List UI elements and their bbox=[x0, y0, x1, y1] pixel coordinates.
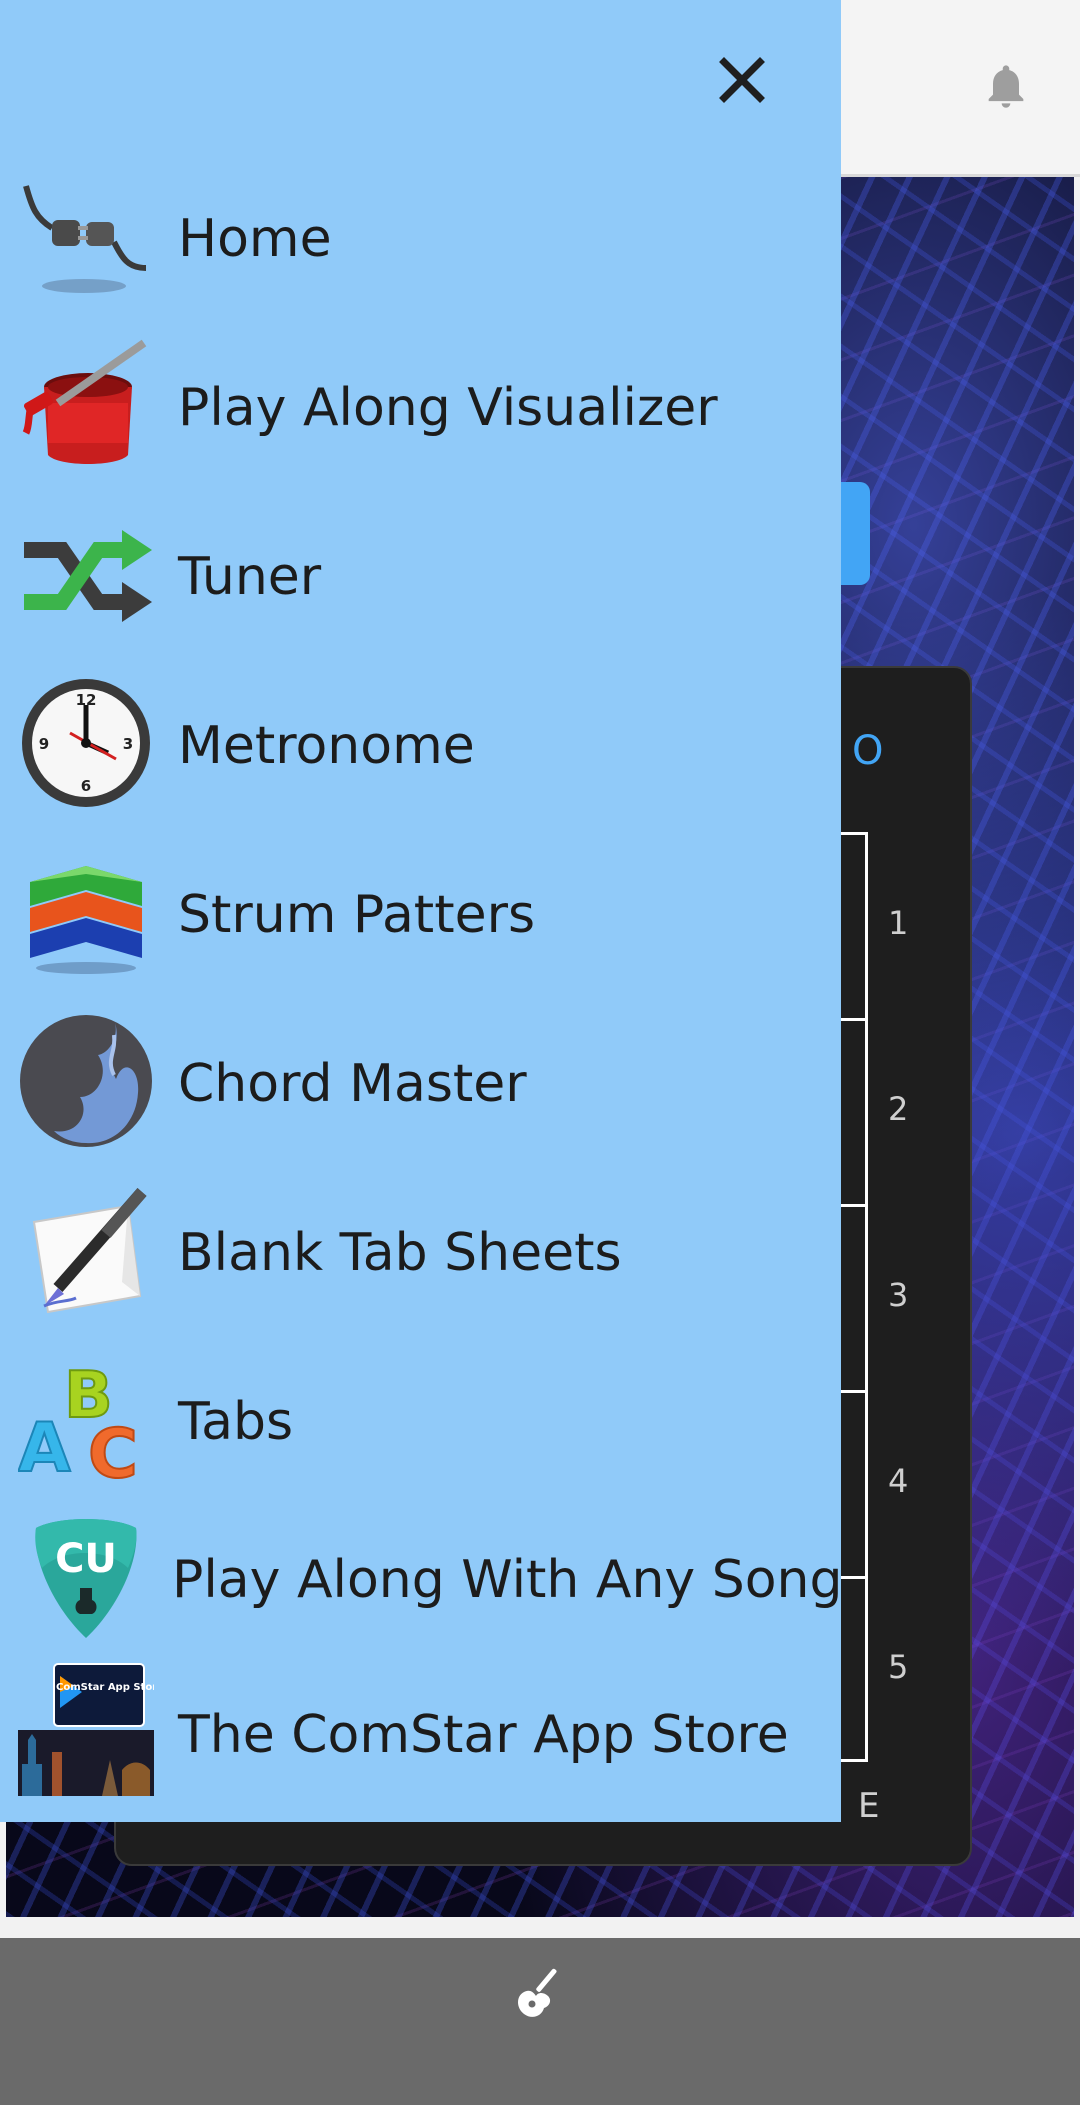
clock-icon: 12 3 6 9 bbox=[22, 679, 150, 807]
menu-item-tabs[interactable]: B A C Tabs bbox=[0, 1347, 841, 1497]
svg-text:CU: CU bbox=[55, 1536, 117, 1582]
svg-text:A: A bbox=[18, 1409, 71, 1487]
menu-item-comstar-app-store[interactable]: ComStar App Store The ComStar App Store bbox=[0, 1660, 841, 1810]
menu-item-play-along-visualizer[interactable]: Play Along Visualizer bbox=[0, 333, 841, 483]
fret-number: 4 bbox=[888, 1462, 909, 1500]
svg-text:C: C bbox=[88, 1415, 138, 1487]
fret-number: 3 bbox=[888, 1276, 909, 1314]
flame-icon bbox=[20, 1015, 152, 1147]
fret-number: 2 bbox=[888, 1090, 909, 1128]
app-store-icon: ComStar App Store bbox=[18, 1663, 154, 1796]
menu-item-label: Play Along Visualizer bbox=[178, 378, 718, 438]
svg-text:3: 3 bbox=[123, 735, 133, 753]
guitar-icon[interactable] bbox=[510, 1962, 570, 2022]
menu-item-blank-tab-sheets[interactable]: Blank Tab Sheets bbox=[0, 1178, 841, 1328]
menu-item-home[interactable]: Home bbox=[0, 164, 841, 314]
bell-icon[interactable] bbox=[980, 58, 1032, 114]
menu-item-label: Chord Master bbox=[178, 1054, 527, 1114]
svg-text:ComStar App Store: ComStar App Store bbox=[56, 1682, 154, 1693]
guitar-pick-cu-icon: CU bbox=[35, 1519, 137, 1638]
power-plug-icon bbox=[23, 185, 147, 293]
card-heading: O bbox=[852, 728, 884, 774]
menu-item-label: The ComStar App Store bbox=[178, 1705, 789, 1765]
svg-text:9: 9 bbox=[39, 735, 49, 753]
menu-item-tuner[interactable]: Tuner bbox=[0, 502, 841, 652]
menu-item-play-along-with-any-song[interactable]: CU Play Along With Any Song bbox=[0, 1506, 843, 1656]
paint-bucket-icon bbox=[22, 339, 147, 464]
menu-item-label: Play Along With Any Song bbox=[172, 1550, 843, 1610]
menu-item-chord-master[interactable]: Chord Master bbox=[0, 1009, 841, 1159]
menu-item-label: Tuner bbox=[178, 547, 322, 607]
fret-number: 1 bbox=[888, 904, 909, 942]
chevron-stack-icon bbox=[30, 866, 142, 974]
close-icon[interactable] bbox=[714, 52, 770, 108]
abc-letters-icon: B A C bbox=[18, 1358, 139, 1487]
string-label: E bbox=[858, 1786, 880, 1826]
menu-item-label: Tabs bbox=[178, 1392, 294, 1452]
menu-item-label: Strum Patters bbox=[178, 885, 536, 945]
fret-number: 5 bbox=[888, 1648, 909, 1686]
shuffle-arrows-icon bbox=[24, 530, 152, 622]
menu-item-metronome[interactable]: 12 3 6 9 Metronome bbox=[0, 671, 841, 821]
svg-text:6: 6 bbox=[81, 777, 91, 795]
menu-item-label: Home bbox=[178, 209, 332, 269]
navigation-drawer: Home Play Along Visualizer Tuner 12 3 6 … bbox=[0, 0, 843, 1822]
menu-item-strum-patters[interactable]: Strum Patters bbox=[0, 840, 841, 990]
menu-item-label: Metronome bbox=[178, 716, 475, 776]
menu-item-label: Blank Tab Sheets bbox=[178, 1223, 622, 1283]
pen-paper-icon bbox=[32, 1188, 147, 1314]
